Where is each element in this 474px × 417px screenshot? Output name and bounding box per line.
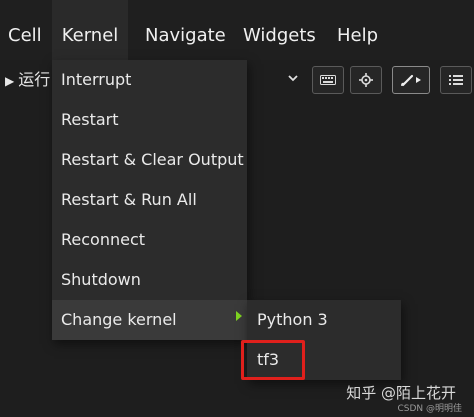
menu-widgets[interactable]: Widgets <box>243 0 316 60</box>
run-label: 运行 <box>18 70 51 89</box>
crosshair-icon <box>359 73 373 87</box>
run-button[interactable]: ▶ 运行 <box>0 60 52 100</box>
crosshair-button[interactable] <box>350 66 382 94</box>
brush-button[interactable] <box>392 66 430 94</box>
list-icon <box>449 75 463 85</box>
watermark-text: 知乎 @陌上花开 <box>346 384 456 402</box>
menu-kernel[interactable]: Kernel <box>52 0 128 60</box>
menu-item-reconnect[interactable]: Reconnect <box>52 220 247 260</box>
keyboard-button[interactable] <box>312 66 344 94</box>
play-icon: ▶ <box>5 74 15 88</box>
menu-item-interrupt[interactable]: Interrupt <box>52 60 247 100</box>
submenu-item-python3[interactable]: Python 3 <box>247 300 401 340</box>
cell-type-select[interactable] <box>247 66 305 94</box>
brush-icon <box>401 74 421 87</box>
menu-bar: Cell Kernel Navigate Widgets Help <box>0 0 474 60</box>
menu-navigate[interactable]: Navigate <box>145 0 226 60</box>
keyboard-icon <box>320 75 336 85</box>
list-button[interactable] <box>440 66 472 94</box>
submenu-arrow-icon <box>236 311 242 321</box>
menu-help[interactable]: Help <box>337 0 378 60</box>
credit-text: CSDN @明明佳 <box>397 404 462 414</box>
annotation-highlight-box <box>241 340 305 380</box>
menu-item-restart[interactable]: Restart <box>52 100 247 140</box>
menu-cell[interactable]: Cell <box>8 0 42 60</box>
menu-item-restart-run-all[interactable]: Restart & Run All <box>52 180 247 220</box>
kernel-dropdown-menu: Interrupt Restart Restart & Clear Output… <box>52 60 247 340</box>
menu-item-restart-clear-output[interactable]: Restart & Clear Output <box>52 140 247 180</box>
chevron-down-icon <box>287 70 299 89</box>
menu-item-change-kernel[interactable]: Change kernel <box>52 300 247 340</box>
menu-item-shutdown[interactable]: Shutdown <box>52 260 247 300</box>
